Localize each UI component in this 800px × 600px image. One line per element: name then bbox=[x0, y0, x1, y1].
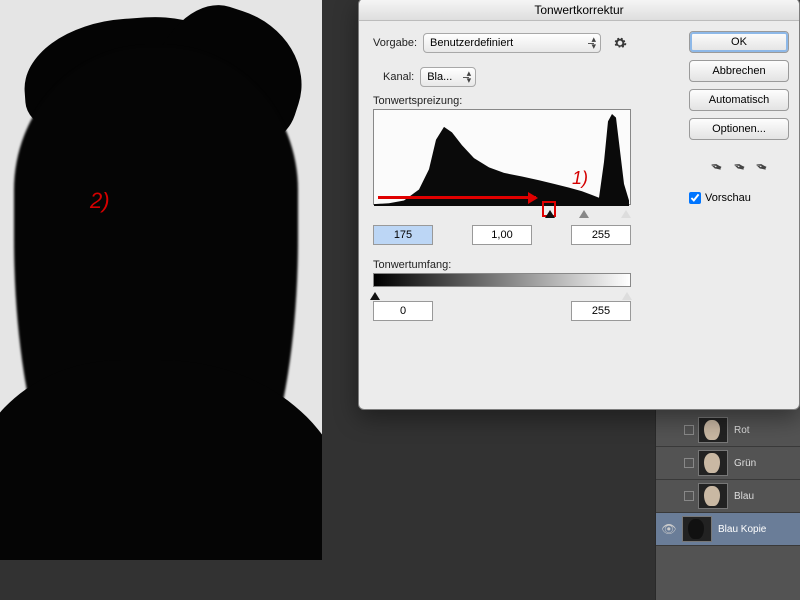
output-white-field[interactable]: 255 bbox=[571, 301, 631, 321]
annotation-one: 1) bbox=[572, 168, 588, 189]
channel-checkbox[interactable] bbox=[684, 491, 694, 501]
preview-label: Vorschau bbox=[705, 192, 751, 204]
preview-checkbox[interactable]: Vorschau bbox=[689, 192, 789, 204]
black-point-slider[interactable] bbox=[545, 205, 555, 218]
input-sliders[interactable] bbox=[373, 205, 631, 219]
ok-button[interactable]: OK bbox=[689, 31, 789, 53]
output-white-slider[interactable] bbox=[622, 287, 632, 300]
channel-checkbox[interactable] bbox=[684, 425, 694, 435]
input-levels-label: Tonwertspreizung: bbox=[373, 95, 639, 107]
output-gradient[interactable] bbox=[373, 273, 631, 287]
input-black-field[interactable]: 175 bbox=[373, 225, 433, 245]
auto-button[interactable]: Automatisch bbox=[689, 89, 789, 111]
input-white-field[interactable]: 255 bbox=[571, 225, 631, 245]
eyedropper-group: ✒ ✒ ✒ bbox=[689, 157, 789, 175]
black-eyedropper-icon[interactable]: ✒ bbox=[707, 155, 725, 176]
histogram[interactable]: 1) bbox=[373, 109, 631, 205]
document-canvas[interactable]: 2) bbox=[0, 0, 322, 560]
white-eyedropper-icon[interactable]: ✒ bbox=[753, 155, 771, 176]
channel-label: Kanal: bbox=[383, 71, 414, 83]
channel-thumbnail bbox=[682, 516, 712, 542]
visibility-toggle[interactable]: 👁 bbox=[656, 522, 682, 536]
annotation-two: 2) bbox=[90, 188, 110, 214]
gear-icon[interactable] bbox=[613, 36, 627, 50]
annotation-arrow bbox=[378, 196, 536, 199]
channel-name: Blau bbox=[734, 491, 754, 502]
channel-row[interactable]: 👁 Blau Kopie bbox=[656, 513, 800, 546]
options-button[interactable]: Optionen... bbox=[689, 118, 789, 140]
channel-thumbnail bbox=[698, 417, 728, 443]
cancel-button[interactable]: Abbrechen bbox=[689, 60, 789, 82]
channel-row[interactable]: Blau bbox=[656, 480, 800, 513]
white-point-slider[interactable] bbox=[621, 205, 631, 218]
channel-name: Grün bbox=[734, 458, 756, 469]
preset-label: Vorgabe: bbox=[373, 37, 417, 49]
channel-select[interactable]: Bla...▴▾ bbox=[420, 67, 476, 87]
output-black-field[interactable]: 0 bbox=[373, 301, 433, 321]
channel-name: Blau Kopie bbox=[718, 524, 766, 535]
preset-select[interactable]: Benutzerdefiniert▴▾ bbox=[423, 33, 601, 53]
image-content bbox=[0, 0, 322, 560]
channel-thumbnail bbox=[698, 450, 728, 476]
channel-name: Rot bbox=[734, 425, 750, 436]
dialog-title: Tonwertkorrektur bbox=[359, 0, 799, 21]
channel-row[interactable]: Rot bbox=[656, 414, 800, 447]
channel-checkbox[interactable] bbox=[684, 458, 694, 468]
mid-point-slider[interactable] bbox=[579, 205, 589, 218]
output-levels-label: Tonwertumfang: bbox=[373, 259, 639, 271]
channels-list: Rot Grün Blau 👁 Blau Kopie bbox=[656, 414, 800, 546]
preview-checkbox-input[interactable] bbox=[689, 192, 701, 204]
channel-row[interactable]: Grün bbox=[656, 447, 800, 480]
gray-eyedropper-icon[interactable]: ✒ bbox=[730, 155, 748, 176]
channel-thumbnail bbox=[698, 483, 728, 509]
dialog-button-column: OK Abbrechen Automatisch Optionen... ✒ ✒… bbox=[689, 31, 789, 204]
input-mid-field[interactable]: 1,00 bbox=[472, 225, 532, 245]
output-black-slider[interactable] bbox=[370, 287, 380, 300]
levels-dialog: Tonwertkorrektur OK Abbrechen Automatisc… bbox=[358, 0, 800, 410]
